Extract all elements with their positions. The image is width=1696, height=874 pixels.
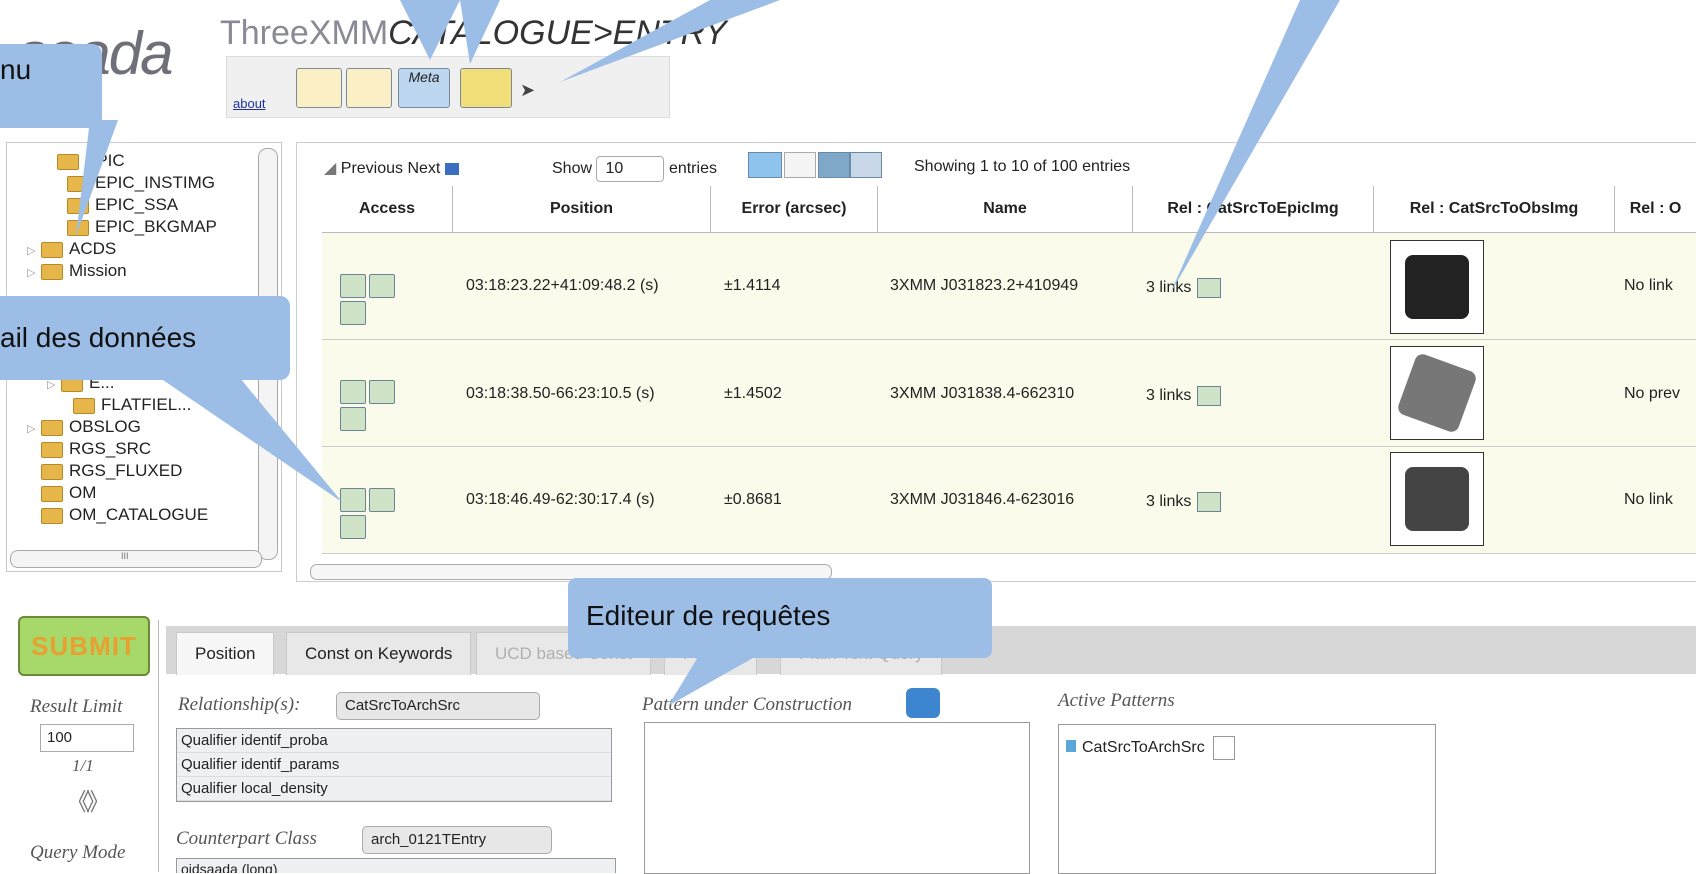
callout-menu: nu <box>0 44 102 128</box>
callout-pointers <box>76 0 1340 706</box>
callout-detail: ail des données <box>0 296 290 380</box>
callout-editor: Editeur de requêtes <box>568 578 992 658</box>
